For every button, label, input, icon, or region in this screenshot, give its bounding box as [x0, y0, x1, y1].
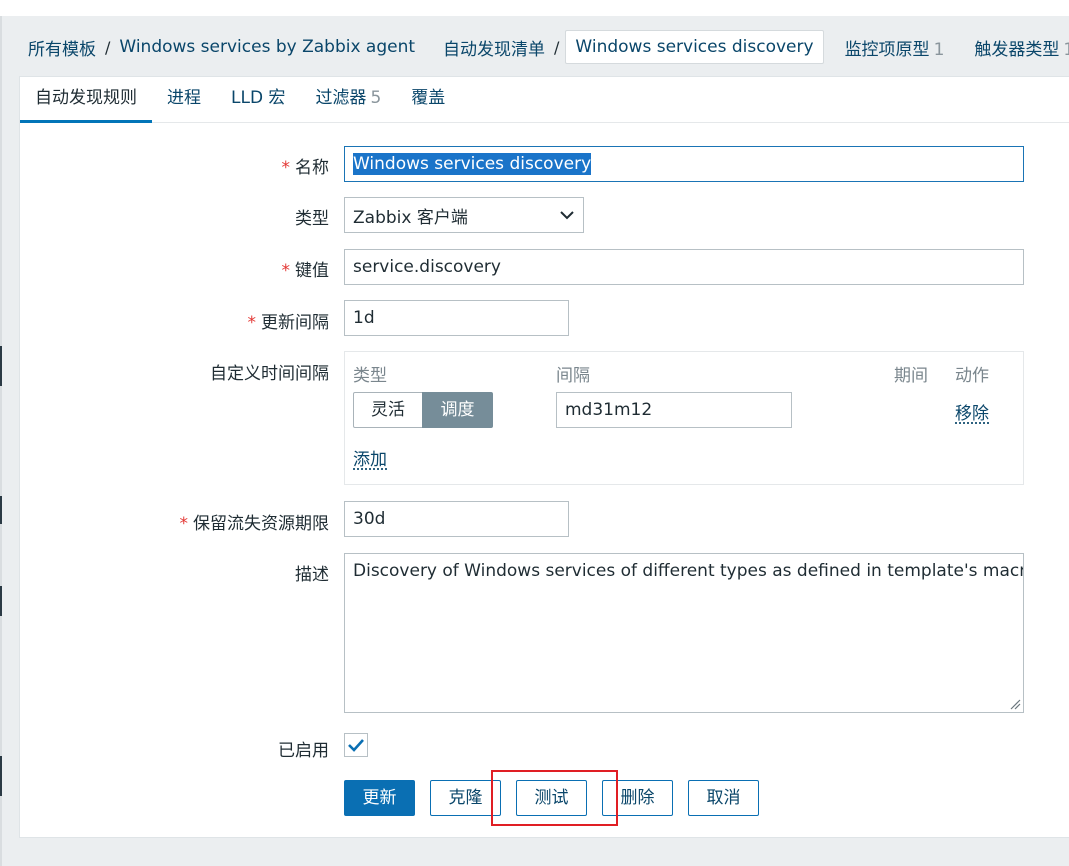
- resize-grip-icon[interactable]: [1009, 698, 1021, 710]
- interval-input[interactable]: md31m12: [556, 392, 792, 428]
- item-prototypes-count: 1: [933, 39, 945, 60]
- type-select-value: Zabbix 客户端: [353, 207, 468, 228]
- key-label: * 键值: [282, 256, 330, 281]
- col-action-header: 动作: [955, 366, 989, 386]
- cancel-button[interactable]: 取消: [688, 780, 759, 816]
- tab-preprocessing[interactable]: 进程: [152, 77, 216, 123]
- key-label-text: 键值: [295, 261, 329, 281]
- required-marker: *: [281, 158, 291, 178]
- left-edge: [0, 16, 2, 866]
- tab-bar: 自动发现规则 进程 LLD 宏 过滤器 5 覆盖: [20, 77, 1069, 123]
- custom-intervals-box: 类型 间隔 期间 动作 灵活 调度 md31m12 移除 添加: [344, 351, 1024, 485]
- name-input-value: Windows services discovery: [353, 153, 592, 175]
- interval-input-value: md31m12: [565, 400, 653, 420]
- type-select[interactable]: Zabbix 客户端: [344, 197, 584, 233]
- tab-overrides[interactable]: 覆盖: [396, 77, 460, 123]
- name-input[interactable]: Windows services discovery: [344, 146, 1024, 182]
- tab-lld-macros[interactable]: LLD 宏: [216, 77, 300, 123]
- tab-discovery-rule[interactable]: 自动发现规则: [20, 77, 152, 123]
- tab-label: 进程: [167, 88, 201, 108]
- update-interval-input[interactable]: 1d: [344, 300, 569, 336]
- top-bar: [0, 0, 1069, 16]
- enabled-checkbox[interactable]: [344, 733, 368, 757]
- breadcrumb: 所有模板 / Windows services by Zabbix agent …: [19, 28, 1069, 66]
- breadcrumb-item-prototypes[interactable]: 监控项原型 1: [836, 35, 954, 60]
- name-label: * 名称: [282, 153, 330, 178]
- keep-lost-label-text: 保留流失资源期限: [193, 514, 329, 534]
- tab-filters[interactable]: 过滤器 5: [300, 77, 396, 123]
- key-input-value: service.discovery: [353, 257, 501, 277]
- key-input[interactable]: service.discovery: [344, 249, 1024, 285]
- tab-label: 过滤器: [315, 88, 367, 108]
- item-prototypes-label: 监控项原型: [844, 39, 930, 60]
- description-label: 描述: [295, 565, 329, 585]
- breadcrumb-discovery-list[interactable]: 自动发现清单: [434, 35, 554, 60]
- breadcrumb-current: Windows services discovery: [565, 30, 824, 64]
- chevron-down-icon: [560, 211, 574, 220]
- update-button[interactable]: 更新: [344, 780, 415, 816]
- update-interval-label: * 更新间隔: [248, 308, 330, 333]
- keep-lost-input[interactable]: 30d: [344, 501, 569, 537]
- col-interval-header: 间隔: [556, 366, 590, 386]
- keep-lost-label: * 保留流失资源期限: [180, 509, 330, 534]
- enabled-label: 已启用: [278, 741, 329, 761]
- tab-count: 5: [370, 88, 382, 108]
- tab-label: 覆盖: [411, 88, 446, 108]
- flexible-button[interactable]: 灵活: [353, 392, 423, 428]
- tab-label: 自动发现规则: [35, 88, 137, 108]
- scheduling-button[interactable]: 调度: [422, 392, 493, 428]
- custom-intervals-label: 自定义时间间隔: [210, 364, 329, 384]
- trigger-prototypes-count: 1: [1063, 39, 1069, 60]
- keep-lost-value: 30d: [353, 509, 386, 529]
- form-panel: 自动发现规则 进程 LLD 宏 过滤器 5 覆盖 * 名称 Windows serv…: [19, 76, 1069, 838]
- remove-interval-link[interactable]: 移除: [955, 399, 989, 424]
- update-interval-value: 1d: [353, 308, 375, 328]
- type-label: 类型: [295, 209, 329, 229]
- checkmark-icon: [348, 739, 364, 752]
- breadcrumb-trigger-prototypes[interactable]: 触发器类型 1: [965, 35, 1069, 60]
- description-value: Discovery of Windows services of differe…: [353, 561, 1024, 581]
- name-label-text: 名称: [295, 158, 329, 178]
- required-marker: *: [247, 313, 257, 333]
- highlight-box: [491, 770, 618, 826]
- required-marker: *: [179, 514, 189, 534]
- col-period-header: 期间: [894, 366, 928, 386]
- breadcrumb-template[interactable]: Windows services by Zabbix agent: [110, 37, 424, 57]
- trigger-prototypes-label: 触发器类型: [974, 39, 1060, 60]
- breadcrumb-all-templates[interactable]: 所有模板: [19, 35, 105, 60]
- breadcrumb-separator: /: [554, 37, 560, 57]
- add-interval-link[interactable]: 添加: [353, 445, 387, 470]
- tab-label: LLD 宏: [231, 88, 286, 108]
- description-textarea[interactable]: Discovery of Windows services of differe…: [344, 553, 1024, 713]
- update-interval-label-text: 更新间隔: [261, 313, 329, 333]
- required-marker: *: [281, 261, 291, 281]
- col-type-header: 类型: [353, 366, 387, 386]
